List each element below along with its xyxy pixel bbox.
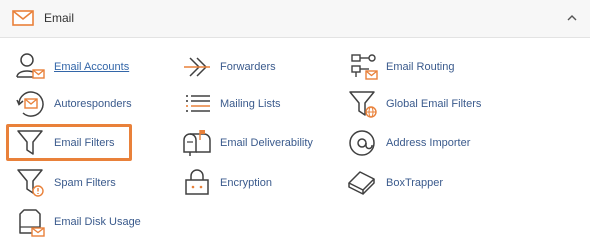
email-accounts-link[interactable]: Email Accounts	[14, 50, 154, 84]
email-filters-label[interactable]: Email Filters	[54, 136, 115, 150]
email-disk-usage-link[interactable]: Email Disk Usage	[14, 205, 154, 239]
mailing-lists-link[interactable]: Mailing Lists	[180, 87, 310, 121]
email-routing-label[interactable]: Email Routing	[386, 60, 454, 74]
boxtrapper-label[interactable]: BoxTrapper	[386, 176, 443, 190]
global-email-filters-icon	[349, 91, 377, 118]
email-disk-usage-icon	[19, 209, 45, 237]
global-email-filters-label[interactable]: Global Email Filters	[386, 97, 481, 111]
email-filters-icon	[17, 130, 43, 155]
email-accounts-label[interactable]: Email Accounts	[54, 60, 129, 74]
email-routing-link[interactable]: Email Routing	[346, 50, 496, 84]
global-email-filters-link[interactable]: Global Email Filters	[346, 87, 506, 121]
address-importer-label[interactable]: Address Importer	[386, 136, 470, 150]
email-deliverability-link[interactable]: Email Deliverability	[180, 126, 330, 160]
email-deliverability-label[interactable]: Email Deliverability	[220, 136, 313, 150]
email-filters-link[interactable]: Email Filters	[14, 126, 144, 160]
address-importer-link[interactable]: Address Importer	[346, 126, 496, 160]
forwarders-link[interactable]: Forwarders	[180, 50, 310, 84]
autoresponders-link[interactable]: Autoresponders	[14, 87, 154, 121]
email-accounts-icon	[16, 53, 45, 79]
encryption-icon	[185, 169, 209, 195]
email-section-panel: Email Email Accounts Forwarders Email Ro…	[0, 0, 590, 245]
envelope-icon	[12, 10, 34, 26]
boxtrapper-icon	[348, 171, 375, 195]
boxtrapper-link[interactable]: BoxTrapper	[346, 166, 476, 200]
spam-filters-label[interactable]: Spam Filters	[54, 176, 116, 190]
forwarders-icon	[184, 57, 210, 77]
encryption-label[interactable]: Encryption	[220, 176, 272, 190]
address-importer-icon	[349, 130, 375, 156]
encryption-link[interactable]: Encryption	[180, 166, 310, 200]
spam-filters-link[interactable]: Spam Filters	[14, 166, 144, 200]
email-section-header[interactable]: Email	[0, 0, 590, 38]
email-deliverability-icon	[183, 130, 211, 156]
chevron-up-icon[interactable]	[566, 13, 578, 23]
email-routing-icon	[351, 54, 378, 80]
mailing-lists-icon	[186, 95, 210, 112]
spam-filters-icon	[17, 169, 44, 197]
autoresponders-label[interactable]: Autoresponders	[54, 97, 132, 111]
autoresponders-icon	[16, 91, 44, 117]
forwarders-label[interactable]: Forwarders	[220, 60, 276, 74]
email-disk-usage-label[interactable]: Email Disk Usage	[54, 215, 141, 229]
section-title: Email	[44, 11, 75, 25]
mailing-lists-label[interactable]: Mailing Lists	[220, 97, 281, 111]
